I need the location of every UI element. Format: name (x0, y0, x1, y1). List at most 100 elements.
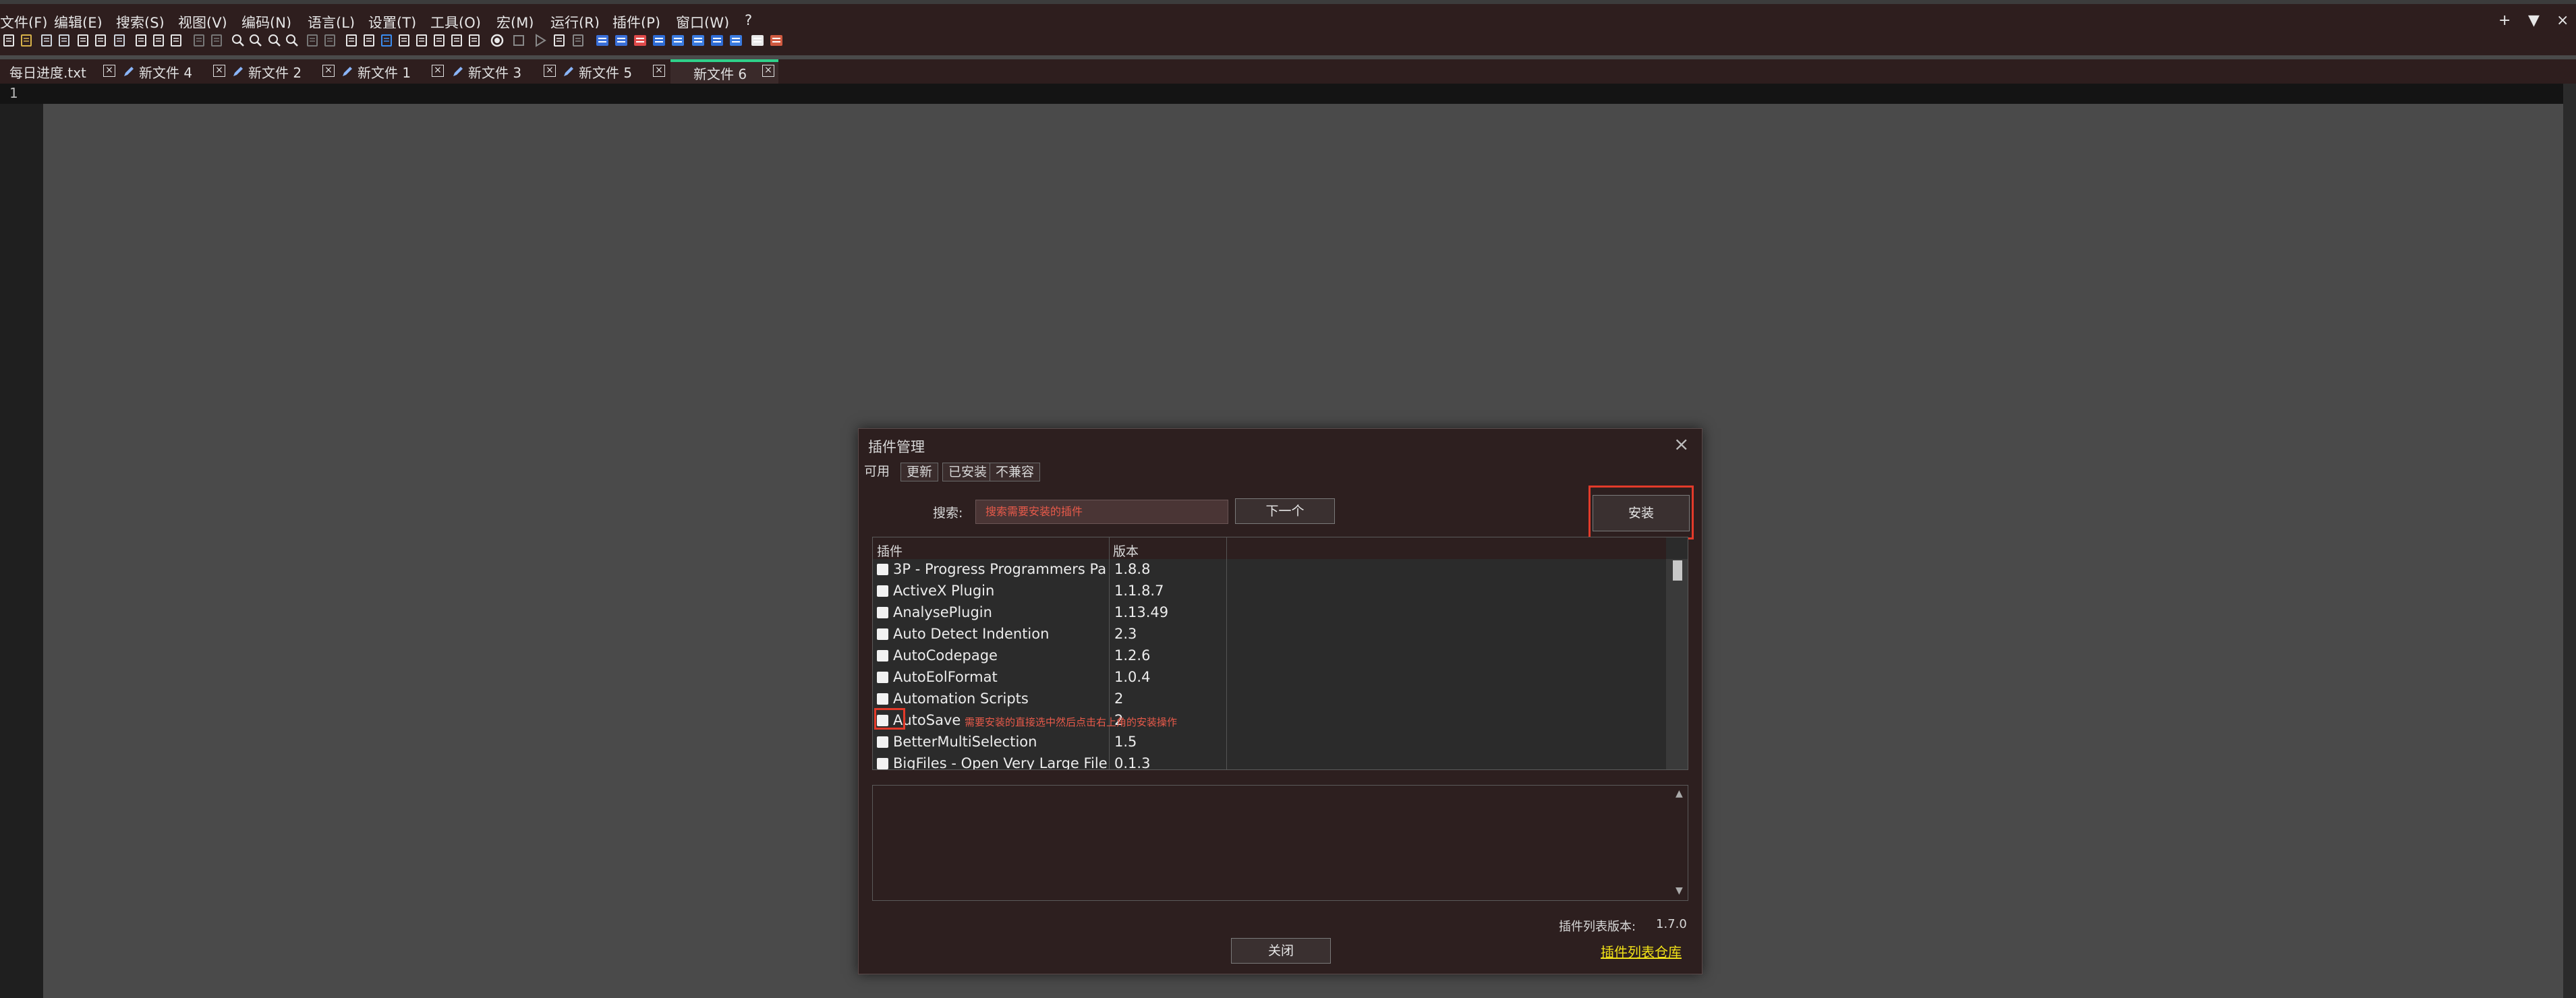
scrollbar-thumb[interactable] (1673, 560, 1682, 581)
list-item[interactable]: ActiveX Plugin 1.1.8.7 (873, 581, 1224, 602)
new-tab-button[interactable]: + (2498, 12, 2511, 29)
tab-close-icon[interactable]: × (762, 65, 774, 77)
list-item[interactable]: AnalysePlugin 1.13.49 (873, 602, 1224, 624)
tab-list-button[interactable]: ▼ (2528, 12, 2540, 29)
column-header-version[interactable]: 版本 (1113, 541, 1139, 560)
pencil-icon (233, 67, 243, 76)
zoom-in-icon[interactable] (266, 31, 283, 50)
tab-close-icon[interactable]: × (544, 65, 556, 77)
search-input[interactable]: 搜索需要安装的插件 (975, 500, 1228, 524)
pencil-icon (343, 67, 352, 76)
tab-new-file-3[interactable]: 新文件 3 (452, 59, 540, 84)
plugin-i-icon[interactable] (749, 31, 766, 50)
plugin-checkbox[interactable] (877, 628, 888, 640)
tab-close-icon[interactable]: × (653, 65, 665, 77)
tab-close-icon[interactable]: × (432, 65, 444, 77)
stop-macro-icon[interactable] (510, 31, 527, 50)
function-list-icon[interactable] (430, 31, 448, 50)
list-scrollbar[interactable] (1666, 559, 1688, 769)
show-all-chars-icon[interactable] (360, 31, 378, 50)
tab-new-file-5[interactable]: 新文件 5 (563, 59, 650, 84)
tab-incompatible[interactable]: 不兼容 (990, 463, 1041, 481)
list-item[interactable]: Automation Scripts 2 (873, 688, 1224, 710)
tab-close-icon[interactable]: × (213, 65, 225, 77)
indent-guide-icon[interactable] (378, 31, 395, 50)
next-button[interactable]: 下一个 (1235, 498, 1335, 524)
tab-new-file-4[interactable]: 新文件 4 (123, 59, 210, 84)
plugin-checkbox[interactable] (877, 736, 888, 748)
plugin-checkbox[interactable] (877, 607, 888, 618)
plugin-j-icon[interactable] (768, 31, 785, 50)
plugin-f-icon[interactable] (689, 31, 707, 50)
plugin-b-icon[interactable] (612, 31, 630, 50)
sync-vertical-icon[interactable] (304, 31, 321, 50)
close-icon[interactable] (74, 31, 92, 50)
close-button[interactable]: 关闭 (1231, 938, 1331, 964)
plugin-d-icon[interactable] (650, 31, 668, 50)
save-all-icon[interactable] (55, 31, 73, 50)
plugin-checkbox[interactable] (877, 693, 888, 705)
document-map-icon[interactable] (413, 31, 430, 50)
zoom-out-icon[interactable] (283, 31, 301, 50)
list-item[interactable]: BetterMultiSelection 1.5 (873, 732, 1224, 753)
new-file-icon[interactable] (0, 31, 18, 50)
run-macro-multiple-icon[interactable] (550, 31, 568, 50)
plugin-checkbox[interactable] (877, 672, 888, 683)
tab-new-file-2[interactable]: 新文件 2 (232, 59, 320, 84)
menu-help[interactable]: ? (745, 12, 752, 28)
plugin-e-icon[interactable] (669, 31, 687, 50)
tab-close-icon[interactable]: × (103, 65, 115, 77)
plugin-checkbox[interactable] (877, 564, 888, 575)
plugin-list[interactable]: 插件 版本 3P - Progress Programmers Pal 1.8.… (872, 537, 1688, 770)
play-macro-icon[interactable] (532, 31, 549, 50)
plugin-checkbox[interactable] (877, 758, 888, 769)
plugin-h-icon[interactable] (727, 31, 745, 50)
tab-installed[interactable]: 已安装 (942, 463, 994, 481)
sync-horizontal-icon[interactable] (321, 31, 339, 50)
scroll-down-icon[interactable]: ▼ (1676, 885, 1683, 896)
plugin-g-icon[interactable] (708, 31, 726, 50)
find-icon[interactable] (229, 31, 247, 50)
current-line-highlight[interactable] (0, 84, 2576, 104)
plugin-checkbox[interactable] (877, 585, 888, 597)
plugin-a-icon[interactable] (594, 31, 611, 50)
tab-updates[interactable]: 更新 (900, 463, 939, 481)
list-item[interactable]: 3P - Progress Programmers Pal 1.8.8 (873, 559, 1224, 581)
copy-icon[interactable] (150, 31, 167, 50)
tab-label: 新文件 4 (139, 64, 193, 81)
pencil-icon (564, 67, 573, 76)
tab-daily-progress[interactable]: 每日进度.txt (9, 59, 111, 84)
editor-scrollbar[interactable] (2563, 84, 2576, 998)
word-wrap-icon[interactable] (343, 31, 360, 50)
column-header-plugin[interactable]: 插件 (877, 541, 903, 560)
plugin-repo-link[interactable]: 插件列表仓库 (1601, 941, 1682, 961)
scroll-up-icon[interactable]: ▲ (1676, 788, 1683, 799)
tab-close-icon[interactable]: × (322, 65, 335, 77)
tab-available[interactable]: 可用 (859, 463, 895, 481)
list-item[interactable]: BigFiles - Open Very Large Files 0.1.3 (873, 753, 1224, 769)
list-item[interactable]: AutoCodepage 1.2.6 (873, 645, 1224, 667)
monitor-icon[interactable] (465, 31, 483, 50)
undo-icon[interactable] (190, 31, 208, 50)
print-icon[interactable] (111, 31, 128, 50)
cut-icon[interactable] (132, 31, 150, 50)
close-icon[interactable]: × (1673, 433, 1689, 455)
plugin-checkbox[interactable] (877, 650, 888, 662)
plugin-description-box[interactable]: ▲ ▼ (872, 785, 1688, 901)
save-icon[interactable] (38, 31, 55, 50)
plugin-c-icon[interactable] (631, 31, 649, 50)
close-all-icon[interactable] (92, 31, 109, 50)
checkbox-highlight (874, 708, 905, 730)
open-folder-icon[interactable] (18, 31, 35, 50)
xml-tag-icon[interactable] (395, 31, 413, 50)
folder-workspace-icon[interactable] (448, 31, 465, 50)
replace-icon[interactable] (247, 31, 264, 50)
redo-icon[interactable] (208, 31, 225, 50)
close-window-button[interactable]: × (2556, 12, 2569, 29)
paste-icon[interactable] (167, 31, 185, 50)
tab-new-file-1[interactable]: 新文件 1 (341, 59, 429, 84)
list-item[interactable]: AutoEolFormat 1.0.4 (873, 667, 1224, 688)
list-item[interactable]: Auto Detect Indention 2.3 (873, 624, 1224, 645)
record-macro-icon[interactable] (488, 31, 506, 50)
save-macro-icon[interactable] (569, 31, 587, 50)
